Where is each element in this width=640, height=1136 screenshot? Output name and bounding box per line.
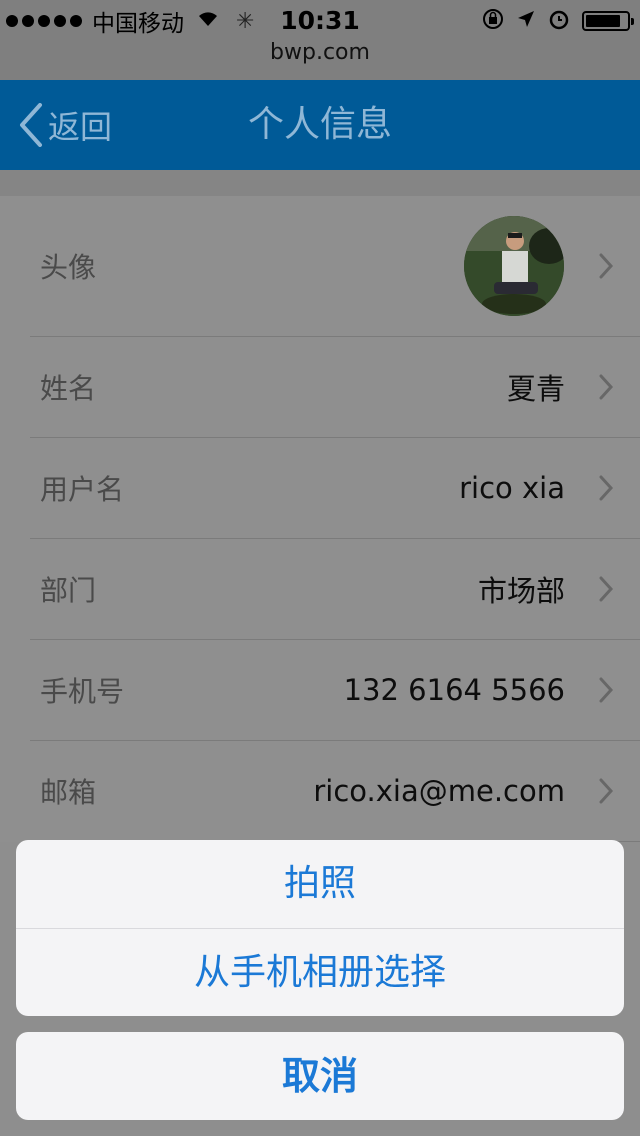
choose-from-album-button[interactable]: 从手机相册选择 [16, 928, 624, 1016]
profile-list: 头像 姓名 夏青 用户名 rico xia 部门 市场部 手机号 132 616… [0, 196, 640, 842]
nav-bar: 返回 个人信息 [0, 80, 640, 170]
name-row[interactable]: 姓名 夏青 [30, 337, 640, 438]
email-label: 邮箱 [40, 776, 97, 809]
url-label: bwp.com [270, 40, 370, 65]
chevron-right-icon [598, 438, 614, 538]
username-row[interactable]: 用户名 rico xia [30, 438, 640, 539]
battery-icon [582, 11, 634, 31]
chevron-right-icon [598, 196, 614, 336]
status-bar: 中国移动 ✳ 10:31 bwp.com [0, 0, 640, 80]
name-label: 姓名 [40, 372, 97, 405]
chevron-right-icon [598, 337, 614, 437]
username-value: rico xia [459, 471, 565, 505]
cancel-button[interactable]: 取消 [16, 1032, 624, 1120]
action-sheet: 拍照 从手机相册选择 [16, 840, 624, 1016]
section-gap [0, 170, 640, 196]
avatar-row[interactable]: 头像 [30, 196, 640, 337]
department-label: 部门 [40, 574, 97, 607]
page-title: 个人信息 [247, 104, 392, 145]
name-value: 夏青 [506, 372, 565, 406]
status-right [482, 6, 634, 36]
email-row[interactable]: 邮箱 rico.xia@me.com [30, 741, 640, 842]
phone-label: 手机号 [40, 675, 125, 708]
avatar-label: 头像 [40, 251, 97, 284]
take-photo-button[interactable]: 拍照 [16, 840, 624, 928]
department-row[interactable]: 部门 市场部 [30, 539, 640, 640]
chevron-right-icon [598, 640, 614, 740]
alarm-icon [548, 8, 570, 35]
chevron-right-icon [598, 539, 614, 639]
email-value: rico.xia@me.com [313, 774, 565, 808]
avatar [464, 216, 564, 316]
username-label: 用户名 [40, 473, 125, 506]
location-icon [516, 9, 536, 34]
phone-value: 132 6164 5566 [343, 673, 565, 707]
rotation-lock-icon [482, 8, 504, 35]
chevron-right-icon [598, 741, 614, 841]
department-value: 市场部 [477, 574, 565, 608]
phone-row[interactable]: 手机号 132 6164 5566 [30, 640, 640, 741]
